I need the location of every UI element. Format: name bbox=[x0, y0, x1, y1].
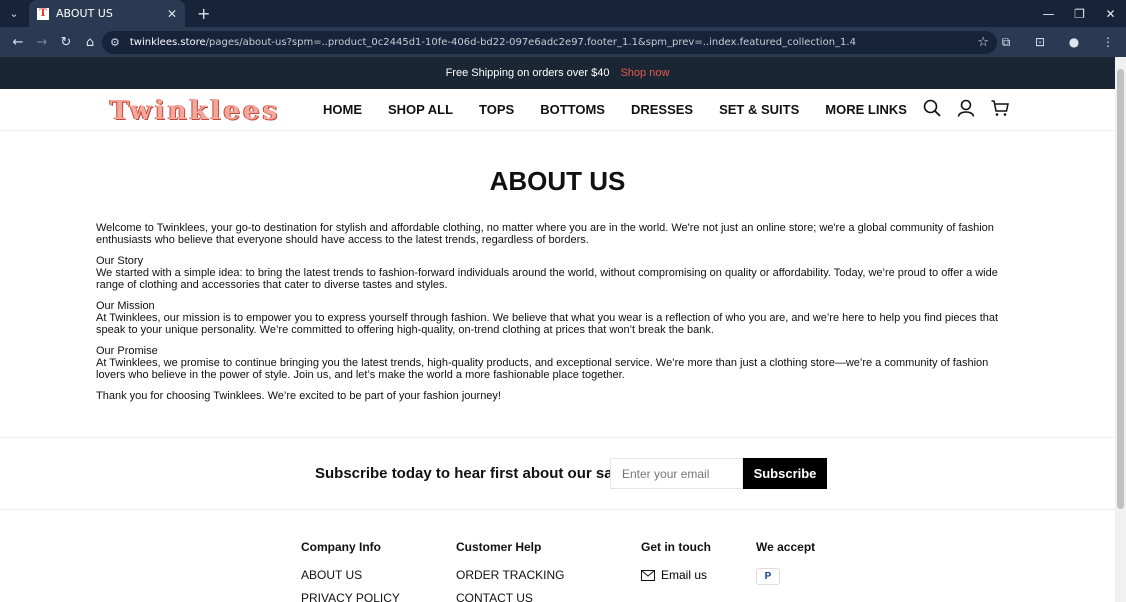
email-input[interactable] bbox=[610, 458, 743, 489]
email-us-link[interactable]: Email us bbox=[641, 568, 711, 582]
bookmark-star-icon[interactable]: ☆ bbox=[977, 35, 989, 50]
nav-home[interactable]: HOME bbox=[323, 102, 362, 117]
window-controls: — ❐ ✕ bbox=[1033, 0, 1126, 27]
minimize-icon[interactable]: — bbox=[1033, 0, 1064, 27]
story-section: Our Story We started with a simple idea:… bbox=[96, 255, 1019, 291]
nav-more-links[interactable]: MORE LINKS bbox=[825, 102, 907, 117]
profile-icon[interactable]: ● bbox=[1062, 31, 1086, 53]
story-heading: Our Story bbox=[96, 255, 144, 267]
site-logo[interactable]: Twinklees bbox=[110, 96, 280, 126]
url-text: twinklees.store/pages/about-us?spm=..pro… bbox=[130, 37, 856, 48]
nav-tops[interactable]: TOPS bbox=[479, 102, 514, 117]
search-icon[interactable] bbox=[923, 99, 941, 117]
newsletter-section: Subscribe today to hear first about our … bbox=[0, 437, 1115, 510]
favicon-icon: T bbox=[37, 7, 49, 20]
back-icon[interactable]: ← bbox=[6, 35, 30, 50]
promise-heading: Our Promise bbox=[96, 345, 158, 357]
subscribe-button[interactable]: Subscribe bbox=[743, 458, 827, 489]
toolbar-actions: ⧉ ⊡ ● ⋮ bbox=[994, 31, 1120, 53]
home-icon[interactable]: ⌂ bbox=[78, 35, 102, 50]
page-title: ABOUT US bbox=[489, 166, 626, 196]
forward-icon[interactable]: → bbox=[30, 35, 54, 50]
nav-shop-all[interactable]: SHOP ALL bbox=[388, 102, 453, 117]
url-host: twinklees.store bbox=[129, 37, 206, 48]
mission-text: At Twinklees, our mission is to empower … bbox=[96, 312, 999, 336]
subscribe-label: Subscribe today to hear first about our … bbox=[315, 465, 634, 482]
close-window-icon[interactable]: ✕ bbox=[1095, 0, 1126, 27]
email-us-label: Email us bbox=[661, 568, 708, 582]
nav-dresses[interactable]: DRESSES bbox=[631, 102, 693, 117]
promise-section: Our Promise At Twinklees, we promise to … bbox=[96, 345, 1019, 381]
site-info-icon[interactable]: ⚙ bbox=[110, 36, 120, 49]
browser-tab-strip: ⌄ T ABOUT US ✕ + — ❐ ✕ bbox=[0, 0, 1126, 27]
screenshot-icon[interactable]: ⊡ bbox=[1028, 31, 1052, 53]
url-path: /pages/about-us?spm=..product_0c2445d1-1… bbox=[205, 37, 856, 48]
footer-touch-col: Get in touch Email us bbox=[641, 540, 711, 582]
account-icon[interactable] bbox=[957, 99, 975, 117]
nav-bottoms[interactable]: BOTTOMS bbox=[540, 102, 605, 117]
menu-icon[interactable]: ⋮ bbox=[1096, 31, 1120, 53]
footer-company-col: Company Info ABOUT US PRIVACY POLICY bbox=[301, 540, 400, 602]
announcement-text: Free Shipping on orders over $40 bbox=[445, 67, 610, 79]
nav-set-suits[interactable]: SET & SUITS bbox=[719, 102, 799, 117]
new-tab-icon[interactable]: + bbox=[197, 4, 210, 23]
site-header: Twinklees HOME SHOP ALL TOPS BOTTOMS DRE… bbox=[0, 89, 1115, 131]
footer-link-contact-us[interactable]: CONTACT US bbox=[456, 591, 564, 602]
scrollbar-thumb[interactable] bbox=[1117, 69, 1124, 509]
address-bar[interactable]: ⚙ twinklees.store/pages/about-us?spm=..p… bbox=[102, 31, 997, 54]
footer-company-heading: Company Info bbox=[301, 540, 381, 554]
footer-touch-heading: Get in touch bbox=[641, 540, 711, 554]
footer-help-heading: Customer Help bbox=[456, 540, 542, 554]
close-tab-icon[interactable]: ✕ bbox=[167, 7, 177, 21]
restore-icon[interactable]: ❐ bbox=[1064, 0, 1095, 27]
main-nav: HOME SHOP ALL TOPS BOTTOMS DRESSES SET &… bbox=[323, 102, 933, 117]
tab-title: ABOUT US bbox=[56, 7, 113, 20]
mission-section: Our Mission At Twinklees, our mission is… bbox=[96, 300, 1019, 336]
footer-link-about-us[interactable]: ABOUT US bbox=[301, 568, 400, 582]
announcement-bar: Free Shipping on orders over $40 Shop no… bbox=[0, 57, 1115, 89]
intro-paragraph: Welcome to Twinklees, your go-to destina… bbox=[96, 222, 994, 246]
browser-tab[interactable]: T ABOUT US ✕ bbox=[29, 0, 185, 27]
footer-link-order-tracking[interactable]: ORDER TRACKING bbox=[456, 568, 564, 582]
web-page: Free Shipping on orders over $40 Shop no… bbox=[0, 57, 1115, 602]
extensions-icon[interactable]: ⧉ bbox=[994, 31, 1018, 53]
tab-search-chevron-icon[interactable]: ⌄ bbox=[3, 3, 25, 25]
about-content: ABOUT US Welcome to Twinklees, your go-t… bbox=[0, 166, 1115, 402]
header-icons bbox=[923, 99, 1009, 117]
reload-icon[interactable]: ↻ bbox=[54, 35, 78, 50]
cart-icon[interactable] bbox=[991, 99, 1009, 117]
browser-toolbar: ← → ↻ ⌂ ⚙ twinklees.store/pages/about-us… bbox=[0, 27, 1126, 57]
closing-paragraph: Thank you for choosing Twinklees. We’re … bbox=[96, 390, 501, 402]
footer-accept-heading: We accept bbox=[756, 540, 816, 554]
footer-link-privacy-policy[interactable]: PRIVACY POLICY bbox=[301, 591, 400, 602]
envelope-icon bbox=[641, 569, 655, 581]
shop-now-link[interactable]: Shop now bbox=[620, 67, 669, 79]
page-scrollbar[interactable] bbox=[1115, 57, 1126, 602]
promise-text: At Twinklees, we promise to continue bri… bbox=[96, 357, 989, 381]
footer-help-col: Customer Help ORDER TRACKING CONTACT US bbox=[456, 540, 564, 602]
paypal-icon: P bbox=[756, 568, 780, 585]
mission-heading: Our Mission bbox=[96, 300, 155, 312]
story-text: We started with a simple idea: to bring … bbox=[96, 267, 998, 291]
footer-accept-col: We accept P bbox=[756, 540, 815, 585]
